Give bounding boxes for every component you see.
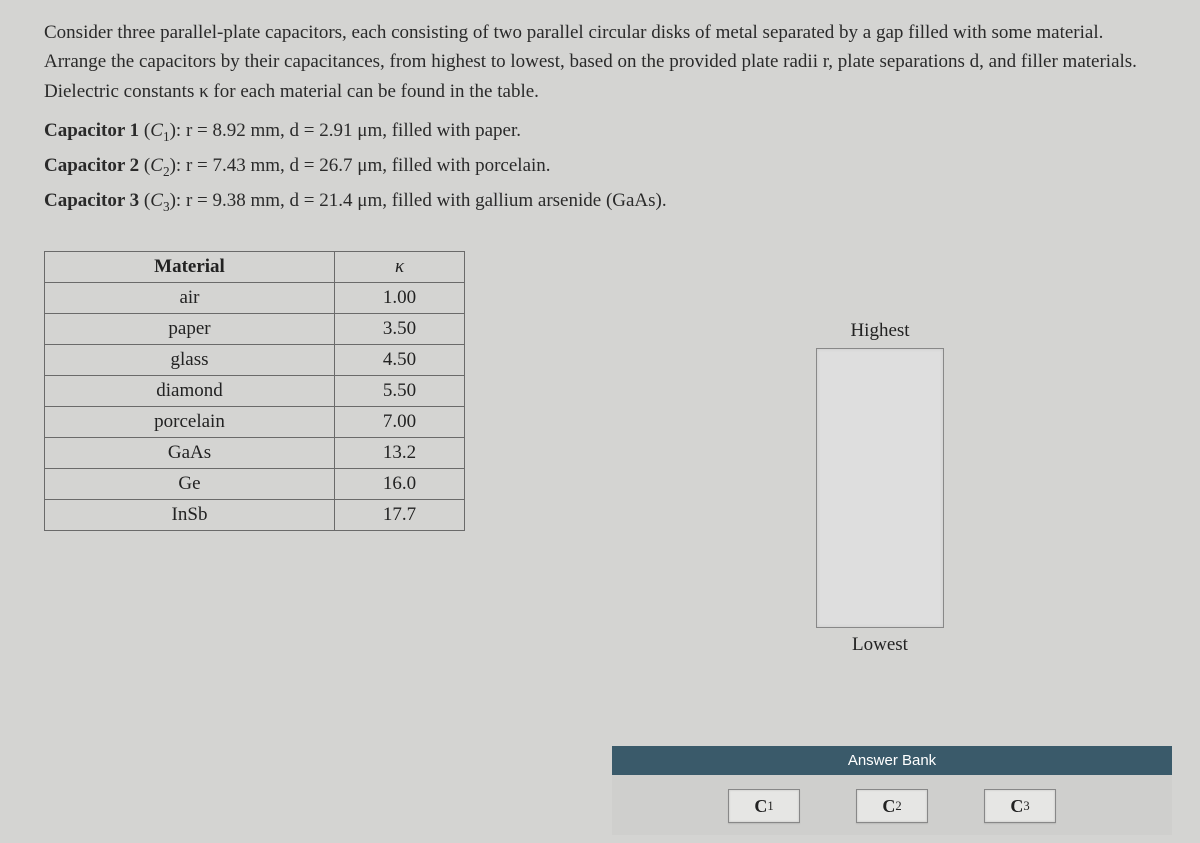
table-row: Ge16.0 (45, 468, 465, 499)
cap1-rest: ): r = 8.92 mm, d = 2.91 μm, filled with… (170, 120, 521, 141)
lowest-label: Lowest (620, 634, 1140, 656)
problem-intro: Consider three parallel-plate capacitors… (44, 18, 1156, 106)
cap1-sub: 1 (163, 129, 170, 144)
cap3-rest: ): r = 9.38 mm, d = 21.4 μm, filled with… (170, 190, 667, 211)
table-row: diamond5.50 (45, 375, 465, 406)
cap1-sym: C (150, 120, 163, 141)
table-row: porcelain7.00 (45, 406, 465, 437)
cap3-sym: C (150, 190, 163, 211)
chip-sub: 1 (767, 799, 773, 814)
table-cell-material: InSb (45, 499, 335, 530)
table-cell-kappa: 1.00 (335, 282, 465, 313)
chip-sym: C (1010, 796, 1023, 817)
table-cell-kappa: 17.7 (335, 499, 465, 530)
table-cell-material: diamond (45, 375, 335, 406)
cap3-sub: 3 (163, 199, 170, 214)
table-header-kappa: κ (335, 251, 465, 282)
answer-bank-title: Answer Bank (612, 746, 1172, 775)
cap2-rest: ): r = 7.43 mm, d = 26.7 μm, filled with… (170, 155, 551, 176)
table-cell-kappa: 5.50 (335, 375, 465, 406)
answer-chip-c3[interactable]: C3 (984, 789, 1056, 823)
chip-sub: 2 (895, 799, 901, 814)
highest-label: Highest (620, 320, 1140, 342)
cap1-label: Capacitor 1 (44, 120, 139, 141)
table-header-material: Material (45, 251, 335, 282)
table-cell-kappa: 7.00 (335, 406, 465, 437)
table-cell-material: porcelain (45, 406, 335, 437)
table-cell-material: glass (45, 344, 335, 375)
table-cell-material: GaAs (45, 437, 335, 468)
table-row: GaAs13.2 (45, 437, 465, 468)
capacitor-3-line: Capacitor 3 (C3): r = 9.38 mm, d = 21.4 … (44, 190, 1156, 215)
ranking-drop-zone[interactable] (816, 348, 944, 628)
cap2-label: Capacitor 2 (44, 155, 139, 176)
capacitor-1-line: Capacitor 1 (C1): r = 8.92 mm, d = 2.91 … (44, 120, 1156, 145)
answer-chip-c2[interactable]: C2 (856, 789, 928, 823)
table-cell-kappa: 16.0 (335, 468, 465, 499)
table-cell-material: Ge (45, 468, 335, 499)
table-row: paper3.50 (45, 313, 465, 344)
table-cell-kappa: 13.2 (335, 437, 465, 468)
cap2-sub: 2 (163, 164, 170, 179)
ranking-area: Highest Lowest (620, 320, 1140, 662)
dielectric-table: Material κ air1.00 paper3.50 glass4.50 d… (44, 251, 465, 531)
answer-bank-body: C1 C2 C3 (612, 775, 1172, 835)
table-cell-material: paper (45, 313, 335, 344)
cap3-label: Capacitor 3 (44, 190, 139, 211)
cap2-sym: C (150, 155, 163, 176)
table-row: air1.00 (45, 282, 465, 313)
table-cell-material: air (45, 282, 335, 313)
chip-sym: C (754, 796, 767, 817)
chip-sub: 3 (1023, 799, 1029, 814)
capacitor-2-line: Capacitor 2 (C2): r = 7.43 mm, d = 26.7 … (44, 155, 1156, 180)
chip-sym: C (882, 796, 895, 817)
table-row: InSb17.7 (45, 499, 465, 530)
answer-bank: Answer Bank C1 C2 C3 (612, 746, 1172, 835)
table-cell-kappa: 4.50 (335, 344, 465, 375)
table-cell-kappa: 3.50 (335, 313, 465, 344)
answer-chip-c1[interactable]: C1 (728, 789, 800, 823)
table-row: glass4.50 (45, 344, 465, 375)
